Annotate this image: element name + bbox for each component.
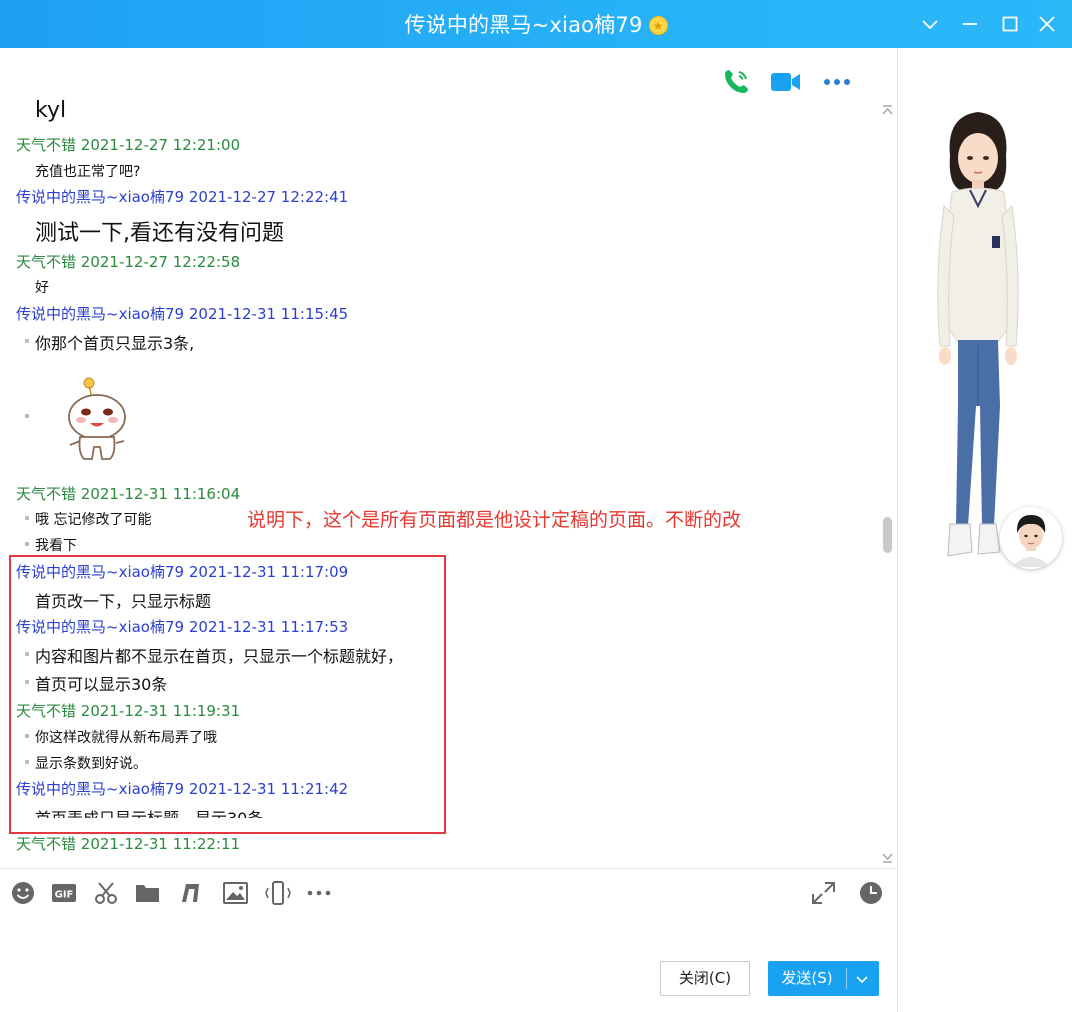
- chevron-down-icon[interactable]: [918, 12, 942, 36]
- window-title: 传说中的黑马~xiao楠79 ★: [0, 9, 1072, 39]
- sender-name: 天气不错: [16, 253, 77, 271]
- expand-icon[interactable]: [810, 880, 838, 906]
- send-button[interactable]: 发送(S): [768, 961, 879, 996]
- image-icon[interactable]: [222, 880, 250, 906]
- timestamp: 2021-12-31 11:22:11: [80, 835, 241, 853]
- divider: [846, 968, 847, 989]
- boy-avatar-icon: [1000, 507, 1062, 569]
- sender-name: 天气不错: [16, 136, 77, 154]
- title-bar: 传说中的黑马~xiao楠79 ★: [0, 0, 1072, 48]
- bullet-dot: [25, 414, 29, 418]
- more-icon[interactable]: [306, 880, 334, 906]
- timestamp: 2021-12-31 11:15:45: [188, 305, 349, 323]
- divider: [0, 868, 897, 869]
- send-button-label: 发送(S): [781, 969, 833, 987]
- highlight-box: [9, 555, 446, 834]
- window-title-text: 传说中的黑马~xiao楠79: [404, 13, 643, 37]
- scroll-up-icon[interactable]: [881, 104, 894, 118]
- message-header: 天气不错 2021-12-31 11:16:04: [16, 483, 240, 504]
- svg-text:GIF: GIF: [55, 890, 74, 901]
- maximize-icon[interactable]: [998, 12, 1022, 36]
- message-text: 好: [35, 280, 49, 296]
- minimize-icon[interactable]: [958, 12, 982, 36]
- timestamp: 2021-12-27 12:21:00: [80, 136, 241, 154]
- message-text: 你那个首页只显示3条,: [35, 334, 195, 353]
- gif-icon[interactable]: GIF: [51, 880, 79, 906]
- input-toolbar: GIF: [0, 870, 897, 914]
- chevron-down-icon[interactable]: [854, 971, 870, 987]
- message-header: 传说中的黑马~xiao楠79 2021-12-27 12:22:41: [16, 186, 348, 207]
- sender-name: 传说中的黑马~xiao楠79: [16, 188, 185, 206]
- sender-name: 天气不错: [16, 835, 77, 853]
- star-badge-icon: ★: [648, 16, 668, 35]
- bullet-dot: [25, 339, 29, 343]
- clip-mask: [0, 858, 880, 868]
- timestamp: 2021-12-27 12:22:58: [80, 253, 241, 271]
- avatar[interactable]: [1000, 507, 1062, 569]
- timestamp: 2021-12-31 11:16:04: [80, 485, 241, 503]
- sticker-image[interactable]: [62, 375, 132, 465]
- message-text: kyl: [35, 98, 67, 123]
- timestamp: 2021-12-27 12:22:41: [188, 188, 349, 206]
- shake-icon[interactable]: [264, 880, 292, 906]
- sender-name: 传说中的黑马~xiao楠79: [16, 305, 185, 323]
- avatar-figure[interactable]: [928, 106, 1028, 576]
- message-text: 充值也正常了吧?: [35, 164, 141, 180]
- message-header: 天气不错 2021-12-27 12:22:58: [16, 251, 240, 272]
- message-text: 测试一下,看还有没有问题: [35, 221, 284, 246]
- annotation-text: 说明下，这个是所有页面都是他设计定稿的页面。不断的改: [247, 509, 742, 531]
- close-icon[interactable]: [1035, 12, 1059, 36]
- chat-window: 传说中的黑马~xiao楠79 ★ kyl 天气不错 2021-12-27 12:2…: [0, 0, 1072, 1012]
- scroll-down-icon[interactable]: [881, 850, 894, 864]
- bullet-dot: [25, 516, 29, 520]
- message-text: 我看下: [35, 538, 77, 554]
- sender-name: 天气不错: [16, 485, 77, 503]
- message-header: 传说中的黑马~xiao楠79 2021-12-31 11:15:45: [16, 303, 348, 324]
- message-header: 天气不错 2021-12-31 11:22:11: [16, 833, 240, 854]
- folder-icon[interactable]: [134, 880, 162, 906]
- bullet-dot: [25, 542, 29, 546]
- scrollbar-thumb[interactable]: [883, 517, 892, 553]
- message-input[interactable]: [0, 914, 897, 1012]
- close-button[interactable]: 关闭(C): [660, 961, 750, 996]
- history-icon[interactable]: [858, 880, 886, 906]
- music-icon[interactable]: [177, 880, 205, 906]
- message-header: 天气不错 2021-12-27 12:21:00: [16, 134, 240, 155]
- message-text: 哦 忘记修改了可能: [35, 512, 152, 528]
- scissors-icon[interactable]: [93, 880, 121, 906]
- emoji-icon[interactable]: [10, 880, 38, 906]
